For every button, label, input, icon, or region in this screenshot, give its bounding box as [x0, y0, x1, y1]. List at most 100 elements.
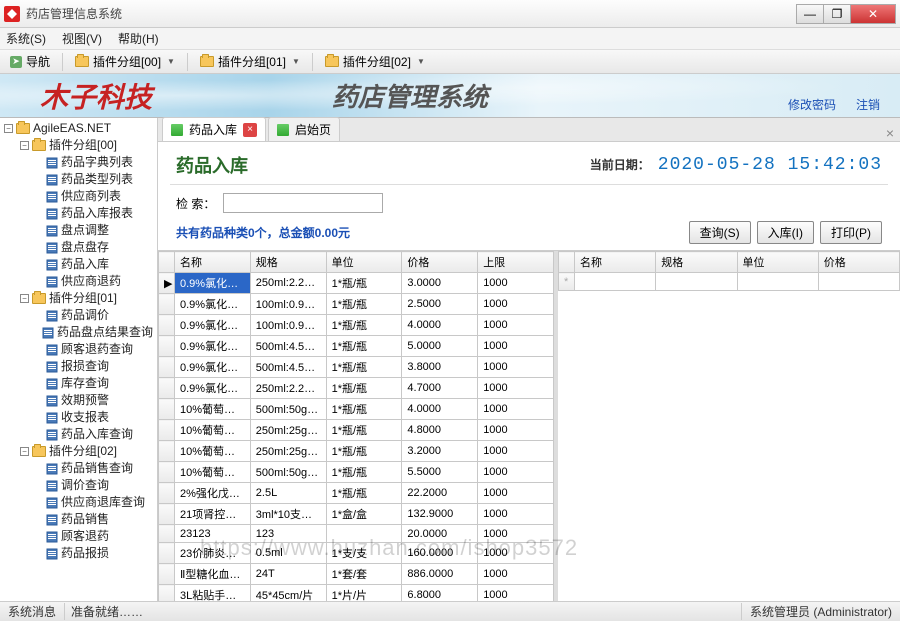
cell[interactable]: 160.0000 — [402, 543, 478, 564]
nav-button[interactable]: ➤导航 — [4, 51, 56, 72]
menu-system[interactable]: 系统(S) — [6, 30, 46, 47]
cell[interactable]: 1000 — [478, 462, 554, 483]
search-input[interactable] — [223, 193, 383, 213]
table-row[interactable]: ▶0.9%氯化钠注…250ml:2.25g…1*瓶/瓶3.00001000 — [159, 273, 554, 294]
cell[interactable]: 100ml:0.9g塑瓶… — [250, 315, 326, 336]
cell[interactable]: 20.0000 — [402, 525, 478, 543]
tree-item[interactable]: 药品入库报表 — [32, 205, 155, 222]
cell[interactable]: 1*瓶/瓶 — [326, 441, 402, 462]
cell[interactable]: 1*瓶/瓶 — [326, 420, 402, 441]
query-button[interactable]: 查询(S) — [689, 221, 751, 244]
collapse-icon[interactable]: − — [4, 124, 13, 133]
tree-item[interactable]: 供应商列表 — [32, 188, 155, 205]
cell[interactable]: 3.0000 — [402, 273, 478, 294]
cell[interactable]: 2.5L — [250, 483, 326, 504]
maximize-button[interactable]: ❐ — [823, 4, 851, 24]
table-row[interactable]: 10%葡萄糖注射液500ml:50g玻瓶…1*瓶/瓶4.00001000 — [159, 399, 554, 420]
cell[interactable]: 1000 — [478, 585, 554, 602]
new-row[interactable]: * — [559, 273, 900, 291]
cell[interactable]: 24T — [250, 564, 326, 585]
cell[interactable]: 500ml:50g玻瓶… — [250, 399, 326, 420]
tree-group[interactable]: −插件分组[01] — [18, 290, 155, 307]
cell[interactable]: 22.2000 — [402, 483, 478, 504]
close-tab-icon[interactable]: × — [243, 123, 257, 137]
cell[interactable]: 1000 — [478, 564, 554, 585]
cell[interactable]: 10%葡萄糖注射液 — [175, 441, 251, 462]
cell[interactable]: 1000 — [478, 336, 554, 357]
table-row[interactable]: 0.9%氯化钠注…100ml:0.9g塑瓶…1*瓶/瓶4.00001000 — [159, 315, 554, 336]
cell[interactable]: 886.0000 — [402, 564, 478, 585]
cell[interactable]: 100ml:0.9g玻瓶… — [250, 294, 326, 315]
cell[interactable]: 1000 — [478, 441, 554, 462]
tree-item[interactable]: 药品字典列表 — [32, 154, 155, 171]
cell[interactable] — [326, 525, 402, 543]
instock-button[interactable]: 入库(I) — [757, 221, 814, 244]
col-header[interactable]: 价格 — [402, 252, 478, 273]
cell[interactable]: 4.0000 — [402, 315, 478, 336]
cell[interactable]: 5.0000 — [402, 336, 478, 357]
cell[interactable]: 3L粘贴手术巾… — [175, 585, 251, 602]
cell[interactable]: 0.9%氯化钠注… — [175, 315, 251, 336]
cell[interactable]: 4.0000 — [402, 399, 478, 420]
cell[interactable]: 0.9%氯化钠注… — [175, 294, 251, 315]
cell[interactable]: 1*支/支 — [326, 543, 402, 564]
collapse-icon[interactable]: − — [20, 447, 29, 456]
cell[interactable]: 500ml:4.5g塑… — [250, 336, 326, 357]
collapse-icon[interactable]: − — [20, 294, 29, 303]
table-row[interactable]: 21项肾控血清…3ml*10支冻干粉…1*盒/盒132.90001000 — [159, 504, 554, 525]
tab-drug-in[interactable]: 药品入库× — [162, 117, 266, 141]
cell[interactable]: Ⅱ型糖化血红… — [175, 564, 251, 585]
minimize-button[interactable]: — — [796, 4, 824, 24]
cell[interactable]: 0.9%氯化钠注… — [175, 378, 251, 399]
cell[interactable]: 250ml:25g玻瓶… — [250, 441, 326, 462]
cell[interactable]: 23价肺炎球菌… — [175, 543, 251, 564]
table-row[interactable]: 10%葡萄糖注射液250ml:25g塑…1*瓶/瓶4.80001000 — [159, 420, 554, 441]
tree-item[interactable]: 效期预警 — [32, 392, 155, 409]
tree-item[interactable]: 顾客退药查询 — [32, 341, 155, 358]
cell[interactable]: 1*瓶/瓶 — [326, 273, 402, 294]
cell[interactable]: 500ml:4.5g玻瓶… — [250, 357, 326, 378]
tree-group[interactable]: −插件分组[00] — [18, 137, 155, 154]
tree-item[interactable]: 药品销售 — [32, 511, 155, 528]
cell[interactable]: 1*套/套 — [326, 564, 402, 585]
tab-start[interactable]: 启始页 — [268, 117, 340, 141]
menu-help[interactable]: 帮助(H) — [118, 30, 159, 47]
nav-tree[interactable]: −AgileEAS.NET−插件分组[00]药品字典列表药品类型列表供应商列表药… — [0, 118, 158, 601]
cell[interactable]: 500ml:50g塑… — [250, 462, 326, 483]
table-row[interactable]: 0.9%氯化钠注…250ml:2.25g塑…1*瓶/瓶4.70001000 — [159, 378, 554, 399]
cell[interactable]: 250ml:2.25g塑… — [250, 378, 326, 399]
change-password-link[interactable]: 修改密码 — [788, 96, 836, 113]
cell[interactable]: 1000 — [478, 483, 554, 504]
cell[interactable]: 1000 — [478, 315, 554, 336]
cell[interactable]: 0.5ml — [250, 543, 326, 564]
tree-item[interactable]: 收支报表 — [32, 409, 155, 426]
tree-item[interactable]: 盘点盘存 — [32, 239, 155, 256]
cell[interactable]: 10%葡萄糖注射液 — [175, 399, 251, 420]
tree-item[interactable]: 药品报损 — [32, 545, 155, 562]
tree-item[interactable]: 调价查询 — [32, 477, 155, 494]
tree-group[interactable]: −插件分组[02] — [18, 443, 155, 460]
tree-item[interactable]: 顾客退药 — [32, 528, 155, 545]
toolbar-group-2[interactable]: 插件分组[02]▼ — [319, 51, 431, 72]
tree-item[interactable]: 报损查询 — [32, 358, 155, 375]
cell[interactable]: 1000 — [478, 543, 554, 564]
menu-view[interactable]: 视图(V) — [62, 30, 102, 47]
table-row[interactable]: 10%葡萄糖注射液500ml:50g塑…1*瓶/瓶5.50001000 — [159, 462, 554, 483]
cell[interactable]: 1*瓶/瓶 — [326, 336, 402, 357]
col-header[interactable]: 价格 — [818, 252, 899, 273]
table-row[interactable]: 2312312320.00001000 — [159, 525, 554, 543]
cell[interactable]: 250ml:25g塑… — [250, 420, 326, 441]
cell[interactable]: 3.2000 — [402, 441, 478, 462]
cell[interactable]: 1*瓶/瓶 — [326, 399, 402, 420]
cell[interactable]: 1000 — [478, 357, 554, 378]
cell[interactable]: 4.8000 — [402, 420, 478, 441]
cell[interactable]: 4.7000 — [402, 378, 478, 399]
cell[interactable]: 5.5000 — [402, 462, 478, 483]
cell[interactable]: 6.8000 — [402, 585, 478, 602]
table-row[interactable]: 0.9%氯化钠注…500ml:4.5g塑…1*瓶/瓶5.00001000 — [159, 336, 554, 357]
cell[interactable]: 1*瓶/瓶 — [326, 294, 402, 315]
table-row[interactable]: 3L粘贴手术巾…45*45cm/片1*片/片6.80001000 — [159, 585, 554, 602]
cell[interactable]: 250ml:2.25g… — [250, 273, 326, 294]
cell[interactable]: 3ml*10支冻干粉… — [250, 504, 326, 525]
cell[interactable]: 1*瓶/瓶 — [326, 378, 402, 399]
